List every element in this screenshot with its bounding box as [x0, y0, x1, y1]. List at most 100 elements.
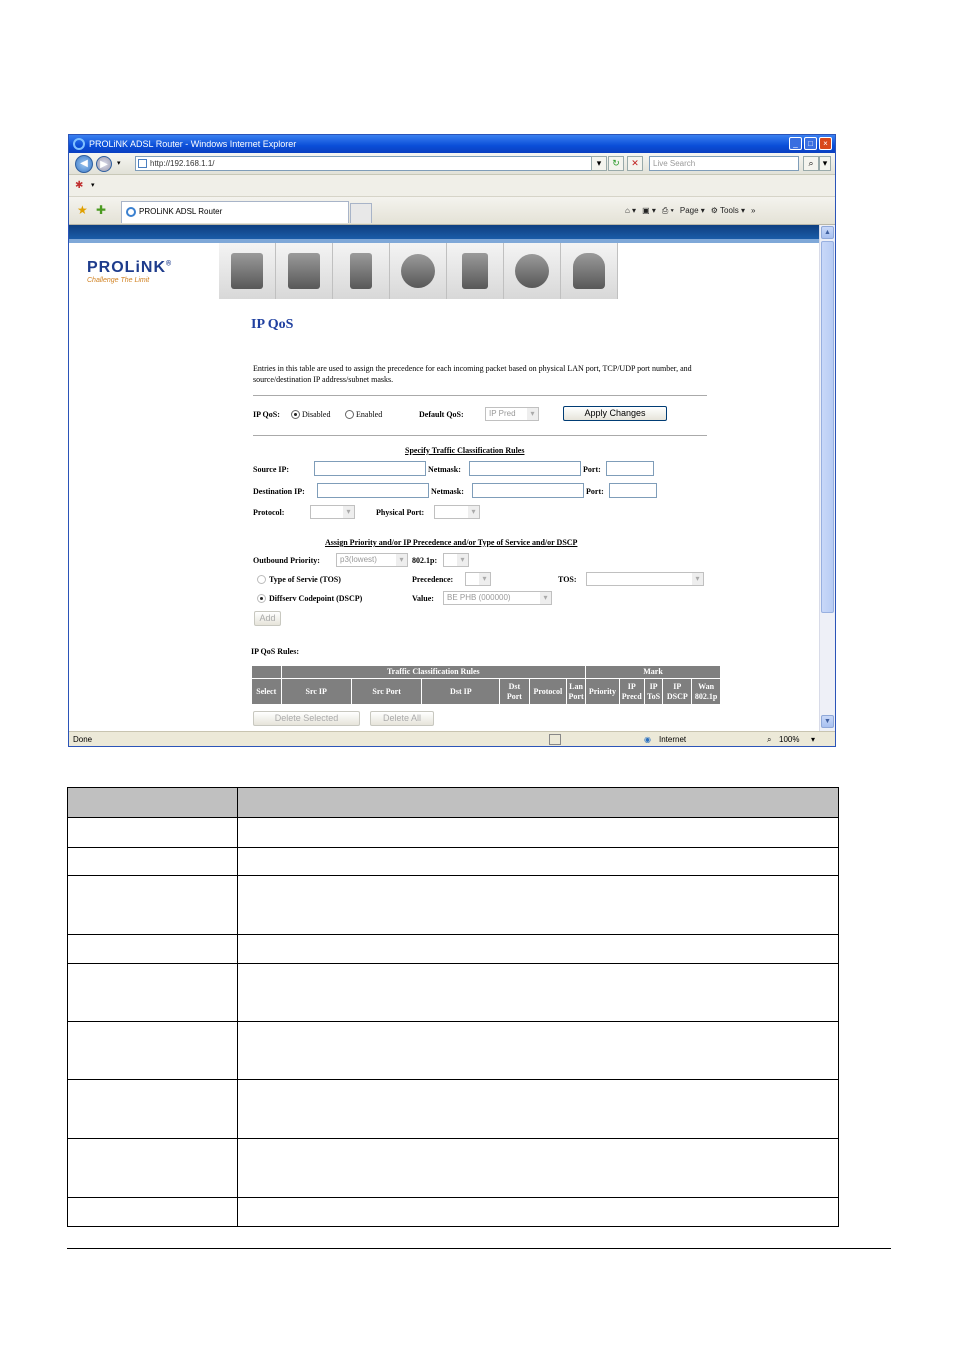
destination-port-label: Port: — [586, 487, 604, 496]
menu-status-icon[interactable] — [219, 243, 276, 299]
search-icon[interactable]: ⌕ — [803, 156, 819, 171]
address-bar[interactable]: http://192.168.1.1/ — [135, 156, 605, 171]
maximize-button[interactable]: □ — [804, 137, 817, 150]
zone-text: Internet — [659, 735, 687, 744]
default-qos-select[interactable]: IP Pred — [485, 407, 539, 421]
refresh-icon[interactable]: ↻ — [608, 156, 624, 171]
ipqos-enabled-radio[interactable] — [345, 410, 354, 419]
tab-label: PROLiNK ADSL Router — [139, 207, 223, 216]
column-header: IP ToS — [643, 678, 664, 705]
logo-mark: ® — [166, 260, 173, 268]
new-tab-button[interactable] — [350, 203, 372, 223]
add-button[interactable]: Add — [254, 611, 281, 626]
live-search-input[interactable]: Live Search — [649, 156, 799, 171]
dot1p-select[interactable] — [443, 553, 469, 567]
column-header: Dst IP — [421, 678, 501, 705]
column-header: Dst Port — [499, 678, 530, 705]
page-title: IP QoS — [251, 317, 294, 332]
divider — [253, 435, 707, 436]
menu-security-lock-icon[interactable] — [447, 243, 504, 299]
stop-icon[interactable]: ✕ — [627, 156, 643, 171]
default-qos-label: Default QoS: — [419, 410, 464, 419]
source-port-label: Port: — [583, 465, 601, 474]
destination-ip-label: Destination IP: — [253, 487, 305, 496]
page-content: PROLiNK® Challenge The Limit IP QoS Entr… — [69, 225, 835, 731]
rules-label: IP QoS Rules: — [251, 647, 300, 656]
page-menu-label: Page — [679, 206, 699, 215]
column-header: IP DSCP — [662, 678, 693, 705]
destination-ip-input[interactable] — [317, 483, 429, 498]
internet-explorer-icon — [126, 207, 136, 217]
status-bar: Done ◉ Internet ⌕ 100% ▾ — [69, 731, 835, 746]
logo-text: PROLiNK — [87, 259, 166, 276]
page-icon — [138, 159, 147, 168]
menu-network-globe-icon[interactable] — [504, 243, 561, 299]
group-classification-header: Traffic Classification Rules — [280, 665, 587, 679]
minimize-button[interactable]: _ — [789, 137, 802, 150]
internet-zone-icon: ◉ — [644, 735, 651, 744]
source-ip-input[interactable] — [314, 461, 426, 476]
window-title: PROLiNK ADSL Router - Windows Internet E… — [89, 139, 297, 149]
menu-service-icon[interactable] — [390, 243, 447, 299]
close-button[interactable]: × — [819, 137, 832, 150]
source-netmask-label: Netmask: — [428, 465, 461, 474]
feeds-icon[interactable]: ▣ ▾ — [642, 204, 656, 218]
protocol-select[interactable] — [310, 505, 355, 519]
address-dropdown-icon[interactable]: ▾ — [591, 156, 607, 171]
page-menu[interactable]: Page ▾ — [680, 204, 705, 218]
zoom-icon[interactable]: ⌕ — [767, 732, 771, 746]
intro-text: Entries in this table are used to assign… — [253, 364, 692, 384]
table-row — [67, 934, 839, 964]
dscp-radio[interactable] — [257, 594, 266, 603]
print-icon[interactable]: ⎙ ▾ — [662, 204, 674, 218]
source-ip-label: Source IP: — [253, 465, 290, 474]
menu-setup-icon[interactable] — [276, 243, 333, 299]
tools-menu[interactable]: ⚙ Tools ▾ — [711, 204, 745, 218]
delete-selected-button[interactable]: Delete Selected — [253, 711, 360, 726]
physical-port-select[interactable] — [434, 505, 480, 519]
home-icon[interactable]: ⌂ ▾ — [625, 204, 636, 218]
scroll-down-icon[interactable]: ▼ — [821, 715, 834, 728]
recent-pages-dropdown-icon[interactable]: ▾ — [117, 159, 121, 167]
table-row — [67, 963, 839, 1022]
dscp-value-select[interactable]: BE PHB (000000) — [443, 591, 552, 605]
tos-radio[interactable] — [257, 575, 266, 584]
menu-admin-user-icon[interactable] — [561, 243, 618, 299]
zoom-level[interactable]: 100% — [779, 732, 799, 746]
outbound-priority-select[interactable]: p3(lowest) — [336, 553, 408, 567]
tab-prolink-router[interactable]: PROLiNK ADSL Router — [121, 201, 349, 223]
forward-button[interactable]: ▶ — [96, 156, 112, 172]
delete-all-button[interactable]: Delete All — [370, 711, 434, 726]
toolbar-overflow-icon[interactable]: » — [751, 204, 755, 218]
apply-changes-button[interactable]: Apply Changes — [563, 406, 667, 421]
zoom-dropdown-icon[interactable]: ▾ — [811, 732, 815, 746]
header-stripe — [69, 225, 835, 239]
translate-icon[interactable]: ✱ — [75, 180, 83, 191]
destination-netmask-input[interactable] — [472, 483, 584, 498]
links-bar: ✱ ▾ — [69, 175, 835, 197]
favorites-star-icon[interactable]: ★ — [77, 203, 88, 217]
table-row — [67, 847, 839, 876]
precedence-select[interactable] — [465, 572, 491, 586]
source-netmask-input[interactable] — [469, 461, 581, 476]
add-favorites-icon[interactable]: ✚ — [96, 203, 106, 217]
vertical-scrollbar[interactable]: ▲ ▼ — [819, 225, 835, 731]
back-button[interactable]: ◀ — [75, 155, 93, 173]
tos-select[interactable] — [586, 572, 704, 586]
search-options-dropdown-icon[interactable]: ▾ — [819, 156, 831, 171]
scroll-thumb[interactable] — [821, 241, 834, 613]
menu-device-icon[interactable] — [333, 243, 390, 299]
links-dropdown-icon[interactable]: ▾ — [91, 181, 95, 189]
protocol-label: Protocol: — [253, 508, 285, 517]
assign-heading: Assign Priority and/or IP Precedence and… — [325, 538, 578, 547]
ipqos-disabled-radio[interactable] — [291, 410, 300, 419]
destination-port-input[interactable] — [609, 483, 657, 498]
classification-heading: Specify Traffic Classification Rules — [405, 446, 525, 455]
table-row — [67, 1021, 839, 1080]
tos-option-label: Type of Servie (TOS) — [269, 575, 341, 584]
table-row — [67, 1197, 839, 1227]
outbound-priority-label: Outbound Priority: — [253, 556, 320, 565]
qos-rules-table: Traffic Classification Rules Mark Select… — [251, 665, 721, 705]
source-port-input[interactable] — [606, 461, 654, 476]
scroll-up-icon[interactable]: ▲ — [821, 226, 834, 239]
